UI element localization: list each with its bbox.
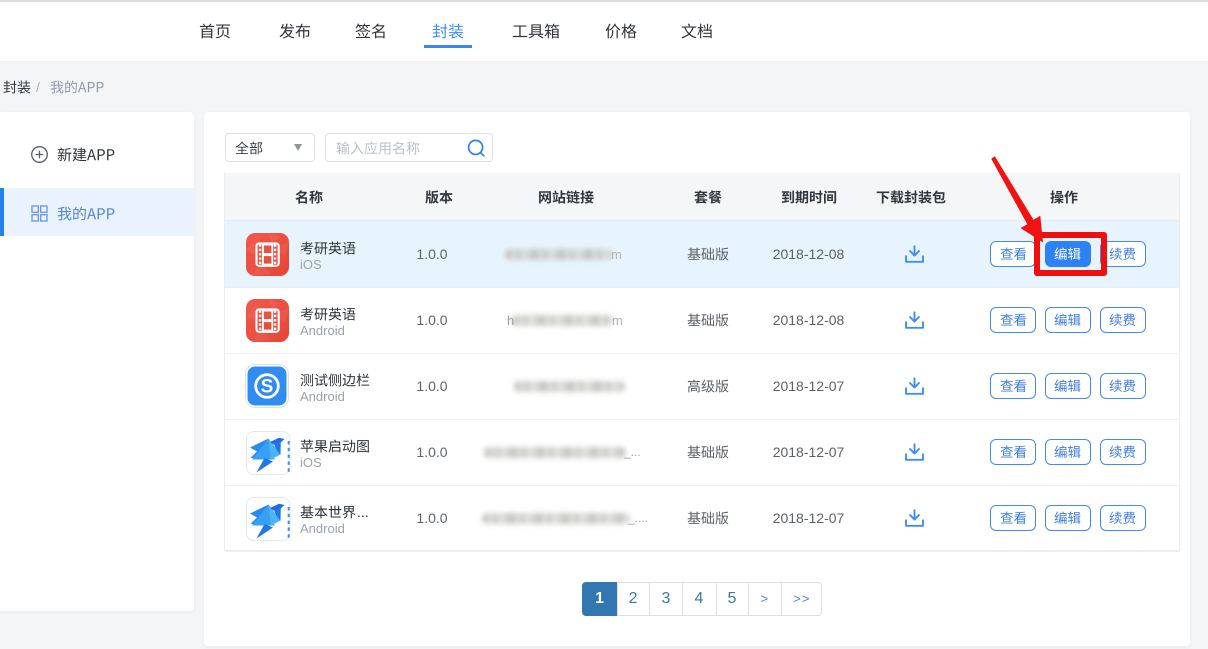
svg-text:S: S xyxy=(261,377,274,398)
